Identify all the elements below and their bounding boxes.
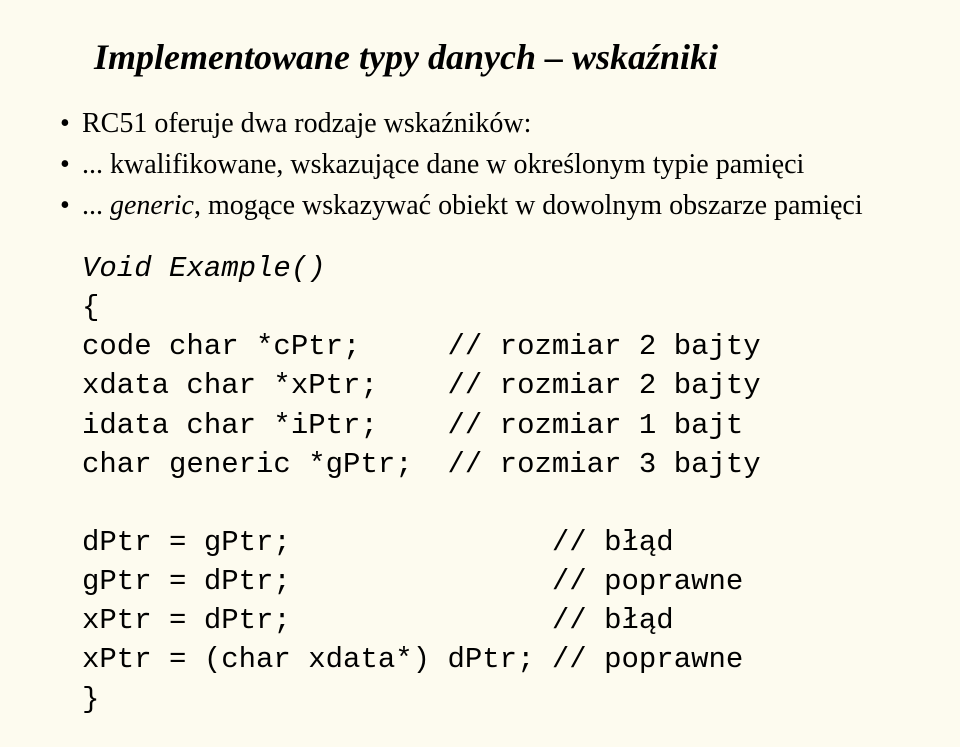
- code-line: Void Example(): [82, 252, 326, 285]
- code-line: idata char *iPtr; // rozmiar 1 bajt: [82, 409, 743, 442]
- bullet-list: RC51 oferuje dwa rodzaje wskaźników: ...…: [60, 106, 930, 223]
- code-line: dPtr = gPtr; // błąd: [82, 526, 674, 559]
- code-line: xPtr = (char xdata*) dPtr; // poprawne: [82, 643, 743, 676]
- code-line: code char *cPtr; // rozmiar 2 bajty: [82, 330, 761, 363]
- bullet-text-prefix: ...: [82, 190, 110, 221]
- code-line: }: [82, 683, 99, 716]
- bullet-text-suffix: , mogące wskazywać obiekt w dowolnym obs…: [194, 190, 863, 221]
- bullet-text-em: generic: [110, 190, 194, 221]
- bullet-item: RC51 oferuje dwa rodzaje wskaźników:: [82, 106, 930, 141]
- slide-title: Implementowane typy danych – wskaźniki: [94, 36, 930, 78]
- code-line: {: [82, 291, 99, 324]
- bullet-item: ... generic, mogące wskazywać obiekt w d…: [82, 188, 930, 223]
- bullet-text: RC51 oferuje dwa rodzaje wskaźników:: [82, 108, 531, 139]
- code-line: xdata char *xPtr; // rozmiar 2 bajty: [82, 369, 761, 402]
- code-block: Void Example() { code char *cPtr; // roz…: [82, 249, 930, 719]
- bullet-item: ... kwalifikowane, wskazujące dane w okr…: [82, 147, 930, 182]
- code-line: xPtr = dPtr; // błąd: [82, 604, 674, 637]
- bullet-text: ... kwalifikowane, wskazujące dane w okr…: [82, 149, 804, 180]
- code-line: char generic *gPtr; // rozmiar 3 bajty: [82, 448, 761, 481]
- slide: Implementowane typy danych – wskaźniki R…: [0, 0, 960, 747]
- code-line: gPtr = dPtr; // poprawne: [82, 565, 743, 598]
